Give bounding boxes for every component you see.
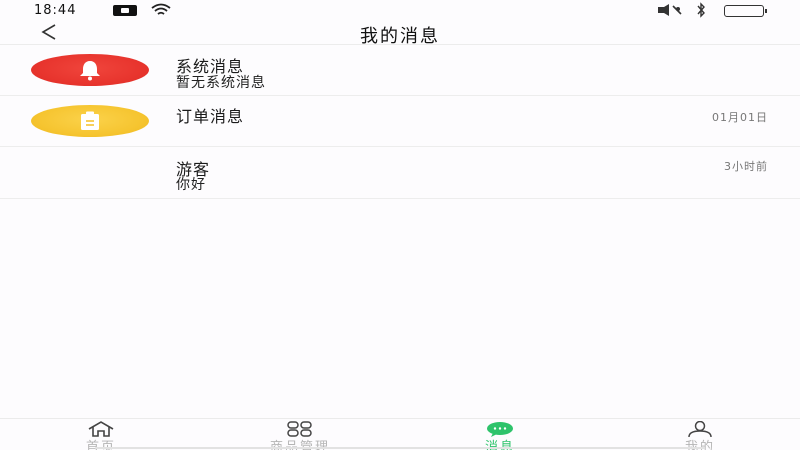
message-preview: 暂无系统消息 — [176, 75, 266, 91]
bluetooth-icon — [696, 2, 706, 22]
battery-icon — [724, 5, 767, 17]
tab-home[interactable]: 首页 — [41, 419, 161, 450]
wifi-icon — [150, 3, 172, 21]
message-time: 01月01日 — [712, 111, 768, 124]
home-indicator — [95, 447, 705, 449]
bell-icon — [80, 61, 100, 81]
tab-products[interactable]: 商品管理 — [240, 419, 360, 450]
nav-bar: 我的消息 — [0, 22, 800, 47]
clipboard-icon — [81, 111, 99, 130]
status-bar: 18:44 — [0, 0, 800, 22]
system-message-avatar — [31, 54, 149, 86]
status-time: 18:44 — [34, 3, 77, 18]
message-title: 订单消息 — [176, 107, 245, 126]
order-message-avatar — [31, 105, 149, 137]
message-item-order[interactable]: 订单消息 01月01日 — [0, 96, 800, 147]
message-item-system[interactable]: 系统消息 暂无系统消息 — [0, 45, 800, 96]
tab-messages[interactable]: 消息 — [440, 419, 560, 450]
tab-bar: 首页 商品管理 消息 我的 — [0, 418, 800, 450]
message-item-chat[interactable]: 游客 你好 3小时前 — [0, 147, 800, 199]
message-list: 系统消息 暂无系统消息 订单消息 01月01日 游客 你好 3小时前 — [0, 45, 800, 199]
notification-icon — [113, 5, 137, 16]
message-time: 3小时前 — [724, 160, 768, 173]
message-preview: 你好 — [176, 177, 206, 193]
tab-profile[interactable]: 我的 — [640, 419, 760, 450]
mute-icon — [655, 3, 685, 21]
